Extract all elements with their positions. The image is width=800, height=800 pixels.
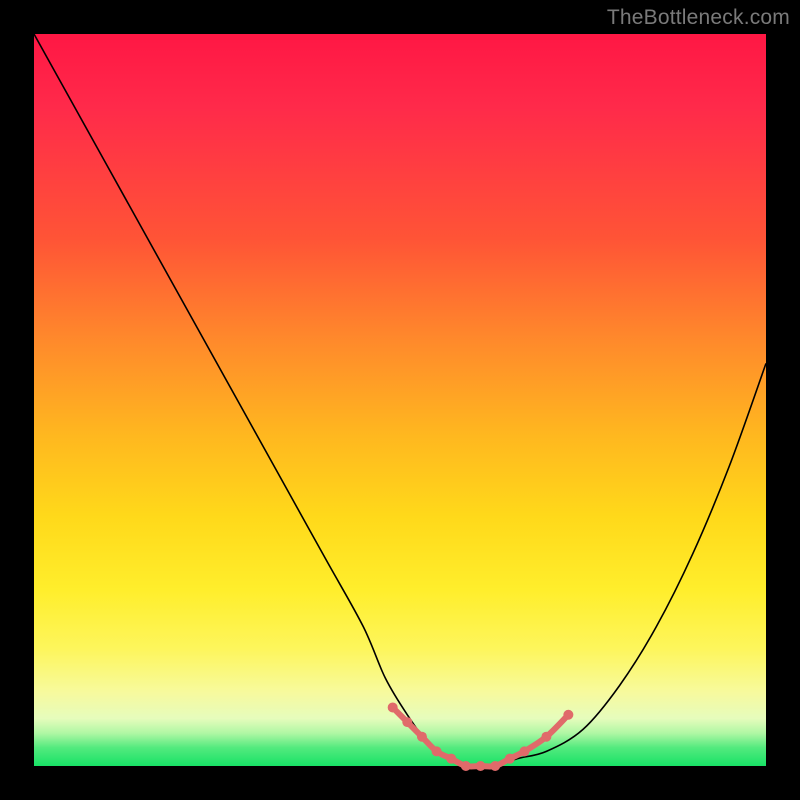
chart-svg xyxy=(34,34,766,766)
highlight-marker xyxy=(417,732,427,742)
watermark-label: TheBottleneck.com xyxy=(607,6,790,30)
highlight-marker xyxy=(402,717,412,727)
highlight-marker xyxy=(461,761,471,771)
highlight-marker xyxy=(432,746,442,756)
chart-stage: TheBottleneck.com xyxy=(0,0,800,800)
highlight-flat xyxy=(388,702,574,771)
highlight-marker xyxy=(446,754,456,764)
highlight-marker xyxy=(563,710,573,720)
chart-plot-area xyxy=(34,34,766,766)
highlight-marker xyxy=(476,761,486,771)
highlight-marker xyxy=(490,761,500,771)
highlight-marker xyxy=(388,702,398,712)
highlight-marker xyxy=(541,732,551,742)
highlight-marker xyxy=(519,746,529,756)
bottleneck-curve xyxy=(34,34,766,767)
highlight-marker xyxy=(505,754,515,764)
